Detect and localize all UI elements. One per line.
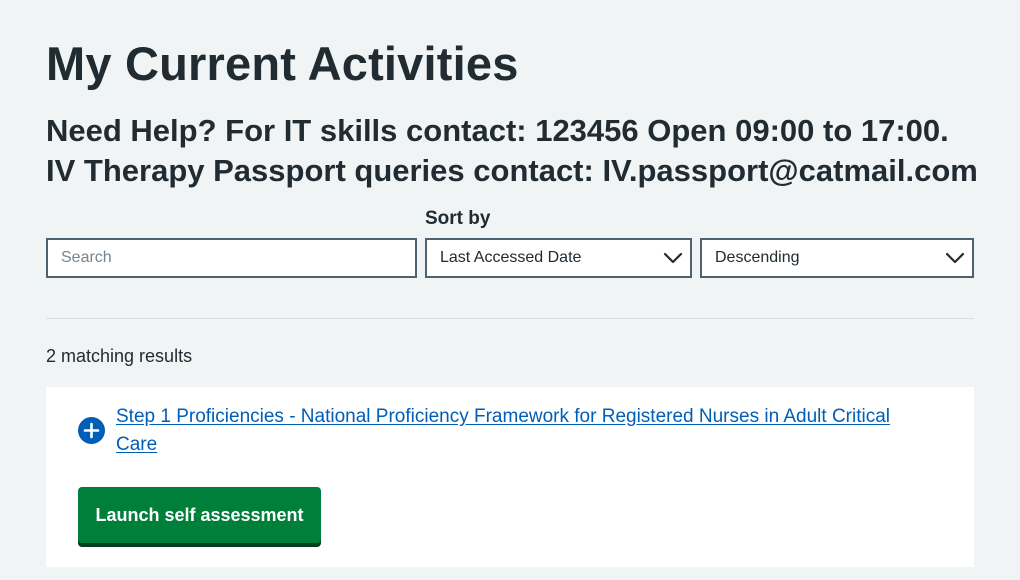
help-line-iv: IV Therapy Passport queries contact: IV.… (46, 153, 978, 188)
activity-card: Step 1 Proficiencies - National Proficie… (46, 387, 974, 567)
page-title: My Current Activities (46, 37, 519, 90)
page: My Current Activities Need Help? For IT … (0, 0, 1020, 580)
sort-order-select[interactable]: Descending (700, 238, 974, 278)
chevron-down-icon (663, 252, 683, 264)
launch-self-assessment-button[interactable]: Launch self assessment (78, 487, 321, 543)
sort-order-value: Descending (715, 249, 800, 266)
results-count: 2 matching results (46, 346, 193, 366)
sort-by-label: Sort by (425, 208, 491, 229)
chevron-down-icon (945, 252, 965, 264)
help-line-it: Need Help? For IT skills contact: 123456… (46, 113, 949, 148)
sort-field-select[interactable]: Last Accessed Date (425, 238, 692, 278)
activity-title-link[interactable]: Step 1 Proficiencies - National Proficie… (116, 403, 906, 459)
help-text: Need Help? For IT skills contact: 123456… (46, 111, 978, 191)
search-input[interactable] (46, 238, 417, 278)
sort-field-value: Last Accessed Date (440, 249, 582, 266)
section-divider (46, 318, 974, 319)
plus-circle-icon[interactable] (78, 417, 105, 444)
